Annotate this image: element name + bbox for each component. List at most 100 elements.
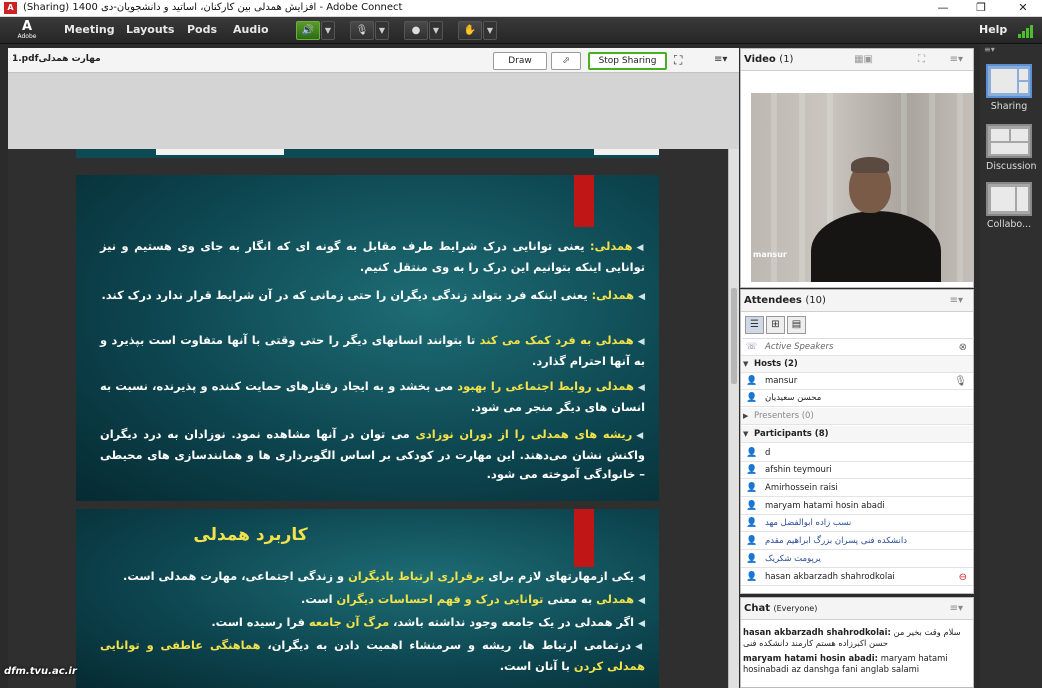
video-pod-title: Video (1) xyxy=(744,54,794,65)
layout-thumbnail xyxy=(986,64,1032,98)
highlighted-text: همدلی روابط اجتماعی را بهبود xyxy=(457,379,634,393)
video-pod: Video (1) ▦▣ ⛶ ≡▾ mansur xyxy=(740,48,974,288)
layouts-menu-icon[interactable]: ≡▾ xyxy=(984,45,995,54)
bullet-text: یعنی توانایی درک شرایط طرف مقابل به گونه… xyxy=(100,239,645,274)
pod-menu-icon[interactable]: ≡▾ xyxy=(714,53,727,67)
watermark: dfm.tvu.ac.ir xyxy=(4,666,77,677)
pod-menu-icon[interactable]: ≡▾ xyxy=(950,295,963,306)
slide2-bullet-4: ◀درتمامی ارتباط ها، ریشه و سرمنشاء اهمیت… xyxy=(100,636,645,676)
close-button[interactable]: ✕ xyxy=(1008,0,1038,17)
user-icon: 👤 xyxy=(746,448,758,458)
slide-red-accent xyxy=(574,509,594,567)
bullet-arrow-icon: ◀ xyxy=(636,243,645,253)
menu-pods[interactable]: Pods xyxy=(187,23,217,36)
bullet-arrow-icon: ◀ xyxy=(637,383,646,393)
list-view-icon[interactable]: ☰ xyxy=(745,316,764,334)
bullet-text: فرا رسیده است. xyxy=(211,615,309,629)
presenters-group[interactable]: ▶ Presenters (0) xyxy=(741,408,973,425)
attendee-row[interactable]: 👤 d xyxy=(741,445,973,462)
shared-file-name: 1.pdfمهارت همدلی xyxy=(12,54,101,64)
pointer-icon: ⬀ xyxy=(562,56,570,66)
chevron-right-icon: ▶ xyxy=(743,412,749,420)
menu-audio[interactable]: Audio xyxy=(233,23,269,36)
attendee-row[interactable]: 👤 maryam hatami hosin abadi xyxy=(741,498,973,515)
microphone-icon[interactable]: 🎙 xyxy=(350,21,374,40)
help-menu[interactable]: Help xyxy=(979,23,1007,36)
highlighted-text: همدلی xyxy=(596,592,635,606)
share-pod-header: 1.pdfمهارت همدلی Draw ⬀ Stop Sharing ⛶ ≡… xyxy=(8,48,739,73)
attendee-row[interactable]: 👤 یرپومت شکریک xyxy=(741,551,973,568)
bullet-arrow-icon: ◀ xyxy=(638,619,645,629)
status-away-icon: ⊖ xyxy=(958,572,967,583)
highlighted-text: همدلی: xyxy=(591,288,635,302)
speaker-dropdown-icon[interactable]: ▼ xyxy=(321,21,335,40)
attendee-row[interactable]: 👤 Amirhossein raisi xyxy=(741,480,973,497)
participants-group[interactable]: ▼ Participants (8) xyxy=(741,426,973,443)
slide-empathy-application: کاربرد همدلی ◀یکی ازمهارتهای لازم برای ب… xyxy=(76,509,659,688)
close-icon[interactable]: ⊗ xyxy=(959,340,967,356)
status-dropdown-icon[interactable]: ▼ xyxy=(483,21,497,40)
chat-title: Chat (Everyone) xyxy=(744,603,818,614)
window-title: (Sharing) افزایش همدلی بین کارکنان، اسات… xyxy=(23,2,403,13)
attendee-row[interactable]: 👤 afshin teymouri xyxy=(741,462,973,479)
microphone-dropdown-icon[interactable]: ▼ xyxy=(375,21,389,40)
breakout-view-icon[interactable]: ▤ xyxy=(787,316,806,334)
document-scrollbar[interactable] xyxy=(728,149,739,688)
highlighted-text: توانایی درک و فهم احساسات دیگران xyxy=(336,592,544,606)
user-icon: 👤 xyxy=(746,483,758,493)
user-icon: 👤 xyxy=(746,572,758,582)
highlighted-text: ریشه های همدلی را از دوران نوزادی xyxy=(415,427,633,441)
minimize-button[interactable]: — xyxy=(928,0,958,17)
camera-dropdown-icon[interactable]: ▼ xyxy=(429,21,443,40)
menu-layouts[interactable]: Layouts xyxy=(126,23,174,36)
hosts-group[interactable]: ▼ Hosts (2) xyxy=(741,356,973,373)
user-icon: 👤 xyxy=(746,376,758,386)
layout-sharing[interactable]: Sharing xyxy=(986,64,1032,112)
layouts-bar: ≡▾ Sharing Discussion Collabo... xyxy=(980,44,1042,688)
bullet-arrow-icon: ◀ xyxy=(638,573,645,583)
bullet-text: با آنان است. xyxy=(499,659,574,673)
slide-previous-bottom xyxy=(76,149,659,158)
video-speaker-name: mansur xyxy=(753,250,787,259)
speaker-icon[interactable]: 🔊 xyxy=(296,21,320,40)
pod-menu-icon[interactable]: ≡▾ xyxy=(950,54,963,65)
attendee-row[interactable]: 👤 hasan akbarzadh shahrodkolai ⊖ xyxy=(741,569,973,586)
layout-collaboration[interactable]: Collabo... xyxy=(986,182,1032,230)
connection-signal-icon xyxy=(1018,24,1036,38)
attendee-row[interactable]: 👤 mansur 🎙 xyxy=(741,373,973,390)
draw-button[interactable]: Draw xyxy=(493,52,547,70)
bullet-arrow-icon: ◀ xyxy=(637,337,646,347)
grid-view-icon[interactable]: ⊞ xyxy=(766,316,785,334)
user-icon: 👤 xyxy=(746,393,758,403)
pod-menu-icon[interactable]: ≡▾ xyxy=(950,603,963,614)
app-icon: A xyxy=(4,2,17,14)
video-layout-icon[interactable]: ▦▣ xyxy=(854,54,873,65)
share-pod: 1.pdfمهارت همدلی Draw ⬀ Stop Sharing ⛶ ≡… xyxy=(8,48,739,688)
speaker-hair xyxy=(851,157,889,173)
slide2-bullet-1: ◀یکی ازمهارتهای لازم برای برقراری ارتباط… xyxy=(100,567,645,588)
slide1-bullet-1: ◀همدلی: یعنی توانایی درک شرایط طرف مقابل… xyxy=(100,237,645,277)
webcam-video: mansur xyxy=(751,93,973,282)
pointer-button[interactable]: ⬀ xyxy=(551,52,581,70)
attendee-row[interactable]: 👤 دانشکده فنی پسران بزرگ ابراهیم مقدم xyxy=(741,533,973,550)
slide-box xyxy=(156,149,284,155)
video-fullscreen-icon[interactable]: ⛶ xyxy=(918,54,925,65)
chevron-down-icon: ▼ xyxy=(743,360,749,368)
attendees-pod-header: Attendees (10) ≡▾ xyxy=(741,290,973,312)
fullscreen-icon[interactable]: ⛶ xyxy=(674,53,682,67)
menu-meeting[interactable]: Meeting xyxy=(64,23,115,36)
bullet-text: یعنی اینکه فرد بتواند زندگی دیگران را حت… xyxy=(101,288,592,302)
chat-message: maryam hatami hosin abadi: maryam hatami… xyxy=(743,653,948,674)
raise-hand-icon[interactable]: ✋ xyxy=(458,21,482,40)
stop-sharing-button[interactable]: Stop Sharing xyxy=(588,52,667,70)
restore-button[interactable]: ❐ xyxy=(966,0,996,17)
scrollbar-thumb[interactable] xyxy=(731,288,737,384)
slide1-bullet-3: ◀همدلی به فرد کمک می کند تا بتوانند انسا… xyxy=(100,331,645,371)
layout-discussion[interactable]: Discussion xyxy=(986,124,1037,172)
camera-icon[interactable]: ● xyxy=(404,21,428,40)
chat-pod: Chat (Everyone) ≡▾ hasan akbarzadh shahr… xyxy=(740,597,974,688)
attendee-row[interactable]: 👤 محسن سعیدیان xyxy=(741,390,973,407)
slide2-bullet-3: ◀اگر همدلی در یک جامعه وجود نداشته باشد،… xyxy=(100,613,645,634)
user-icon: 👤 xyxy=(746,554,758,564)
attendee-row[interactable]: 👤 نسب زاده ابوالفضل مهد xyxy=(741,515,973,532)
